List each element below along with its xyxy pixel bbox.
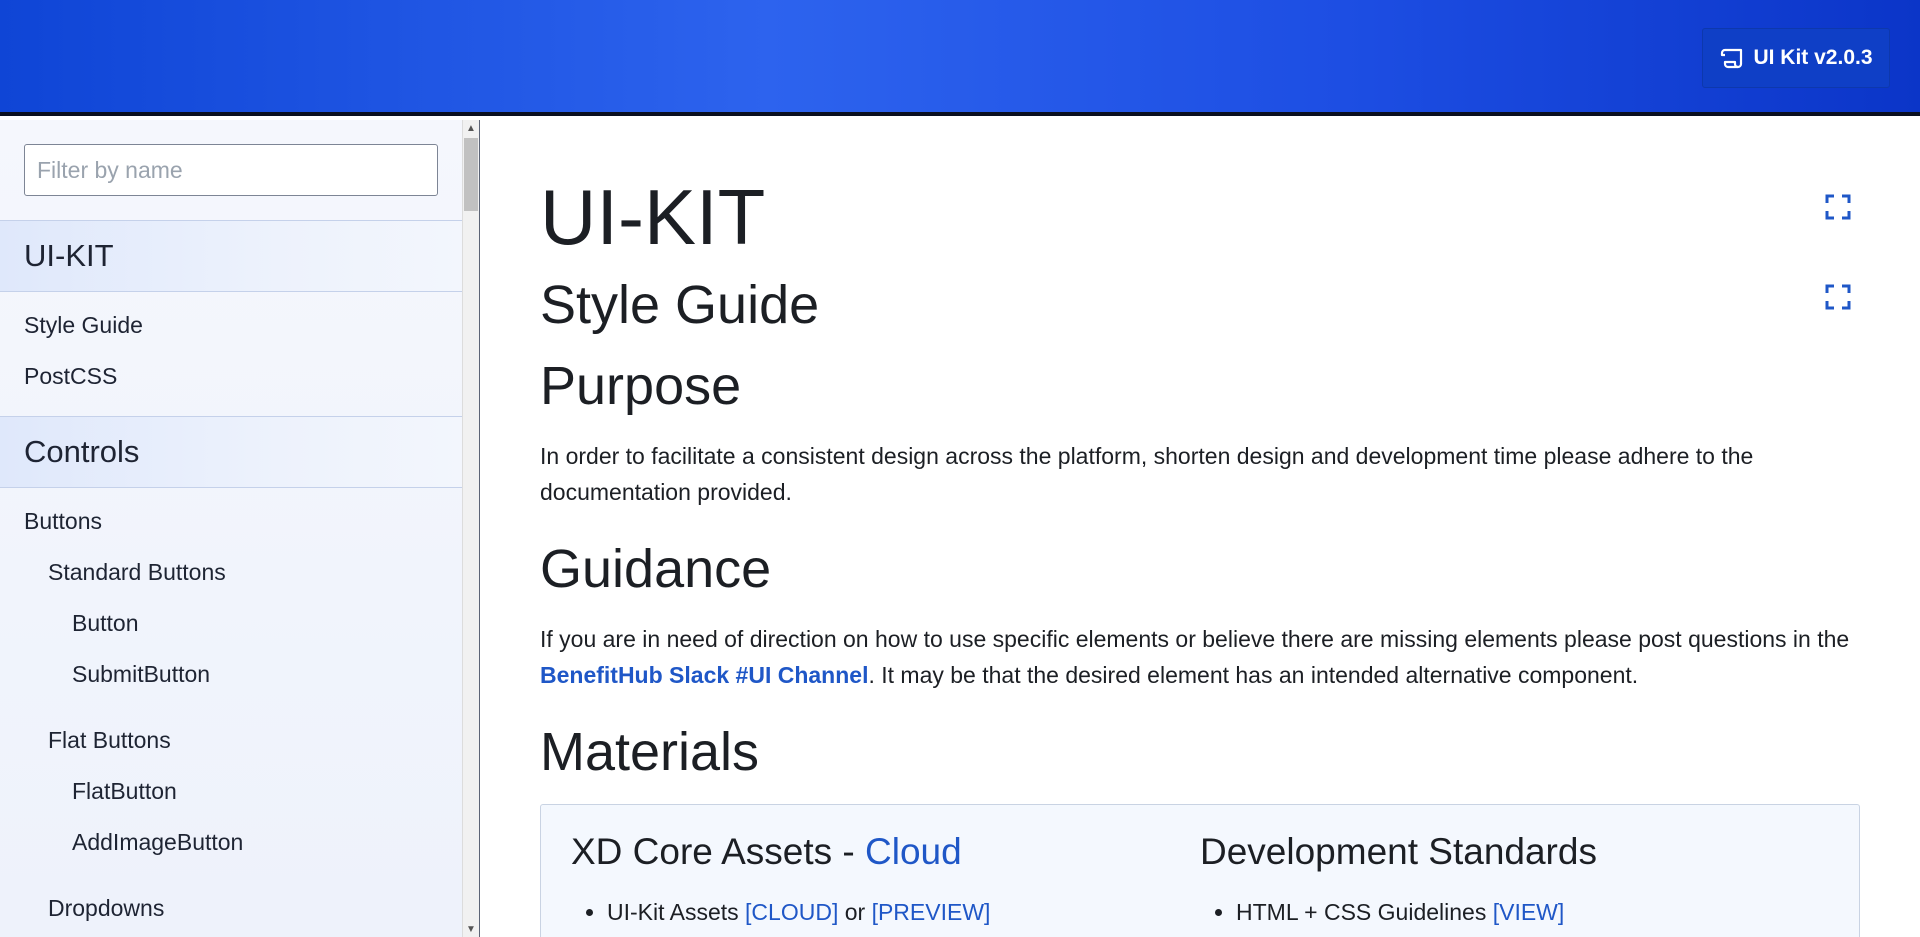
- sidebar-section-controls[interactable]: Controls: [0, 416, 462, 488]
- guidance-text-after: . It may be that the desired element has…: [868, 662, 1639, 688]
- page-title: UI-KIT: [540, 173, 766, 261]
- sidebar-item-standard-buttons[interactable]: Standard Buttons: [0, 547, 462, 598]
- sidebar-list-controls: Buttons Standard Buttons Button SubmitBu…: [0, 488, 462, 937]
- guidelines-view-link[interactable]: [VIEW]: [1493, 899, 1565, 925]
- xd-assets-list: UI-Kit Assets [CLOUD] or [PREVIEW]: [571, 899, 990, 926]
- nav-spacer: [0, 700, 462, 715]
- version-label: UI Kit v2.0.3: [1753, 46, 1873, 69]
- assets-preview-link[interactable]: [PREVIEW]: [872, 899, 991, 925]
- top-header-bar: UI Kit v2.0.3: [0, 0, 1920, 116]
- sidebar-list-ui-kit: Style Guide PostCSS: [0, 292, 462, 416]
- expand-icon[interactable]: [1825, 284, 1851, 310]
- list-item: HTML + CSS Guidelines [VIEW]: [1236, 899, 1597, 926]
- scroll-icon: [1721, 48, 1743, 69]
- guidance-heading: Guidance: [540, 539, 772, 599]
- materials-right-column: Development Standards HTML + CSS Guideli…: [1200, 831, 1597, 926]
- sidebar-item-postcss[interactable]: PostCSS: [0, 351, 462, 402]
- page-subtitle: Style Guide: [540, 275, 820, 335]
- or-text: or: [838, 899, 872, 925]
- html-css-guidelines-label: HTML + CSS Guidelines: [1236, 899, 1493, 925]
- sidebar-section-ui-kit[interactable]: UI-KIT: [0, 220, 462, 292]
- xd-core-assets-label: XD Core Assets -: [571, 831, 866, 872]
- expand-icon[interactable]: [1825, 194, 1851, 220]
- development-standards-title: Development Standards: [1200, 831, 1597, 872]
- nav-spacer: [0, 868, 462, 883]
- dev-standards-list: HTML + CSS Guidelines [VIEW]: [1200, 899, 1597, 926]
- list-item: UI-Kit Assets [CLOUD] or [PREVIEW]: [607, 899, 990, 926]
- sidebar-item-dropdowns[interactable]: Dropdowns: [0, 883, 462, 934]
- sidebar-item-addimagebutton[interactable]: AddImageButton: [0, 817, 462, 868]
- guidance-text: If you are in need of direction on how t…: [540, 621, 1860, 693]
- materials-panel: XD Core Assets - Cloud UI-Kit Assets [CL…: [540, 804, 1860, 937]
- slack-channel-link[interactable]: BenefitHub Slack #UI Channel: [540, 662, 868, 688]
- purpose-text: In order to facilitate a consistent desi…: [540, 443, 1754, 505]
- main-content: UI-KIT Style Guide Purpose In order to f…: [480, 120, 1920, 937]
- version-button[interactable]: UI Kit v2.0.3: [1702, 28, 1890, 88]
- sidebar-item-style-guide[interactable]: Style Guide: [0, 300, 462, 351]
- purpose-heading: Purpose: [540, 356, 742, 416]
- scroll-down-arrow-icon[interactable]: ▼: [463, 921, 479, 937]
- sidebar-item-flat-buttons[interactable]: Flat Buttons: [0, 715, 462, 766]
- sidebar-item-submitbutton[interactable]: SubmitButton: [0, 649, 462, 700]
- scroll-thumb[interactable]: [464, 138, 478, 211]
- sidebar-item-buttons[interactable]: Buttons: [0, 496, 462, 547]
- scroll-up-arrow-icon[interactable]: ▲: [463, 120, 479, 136]
- sidebar-item-flatbutton[interactable]: FlatButton: [0, 766, 462, 817]
- materials-left-column: XD Core Assets - Cloud UI-Kit Assets [CL…: [571, 831, 990, 926]
- guidance-text-before: If you are in need of direction on how t…: [540, 626, 1850, 652]
- xd-core-assets-title: XD Core Assets - Cloud: [571, 831, 990, 873]
- ui-kit-assets-label: UI-Kit Assets: [607, 899, 746, 925]
- sidebar-item-button[interactable]: Button: [0, 598, 462, 649]
- sidebar-scrollbar[interactable]: ▲ ▼: [462, 120, 479, 937]
- filter-input[interactable]: [24, 144, 438, 196]
- sidebar: UI-KIT Style Guide PostCSS Controls Butt…: [0, 120, 462, 937]
- materials-heading: Materials: [540, 722, 760, 782]
- filter-wrap: [0, 120, 462, 220]
- cloud-link[interactable]: Cloud: [865, 831, 962, 872]
- assets-cloud-link[interactable]: [CLOUD]: [745, 899, 838, 925]
